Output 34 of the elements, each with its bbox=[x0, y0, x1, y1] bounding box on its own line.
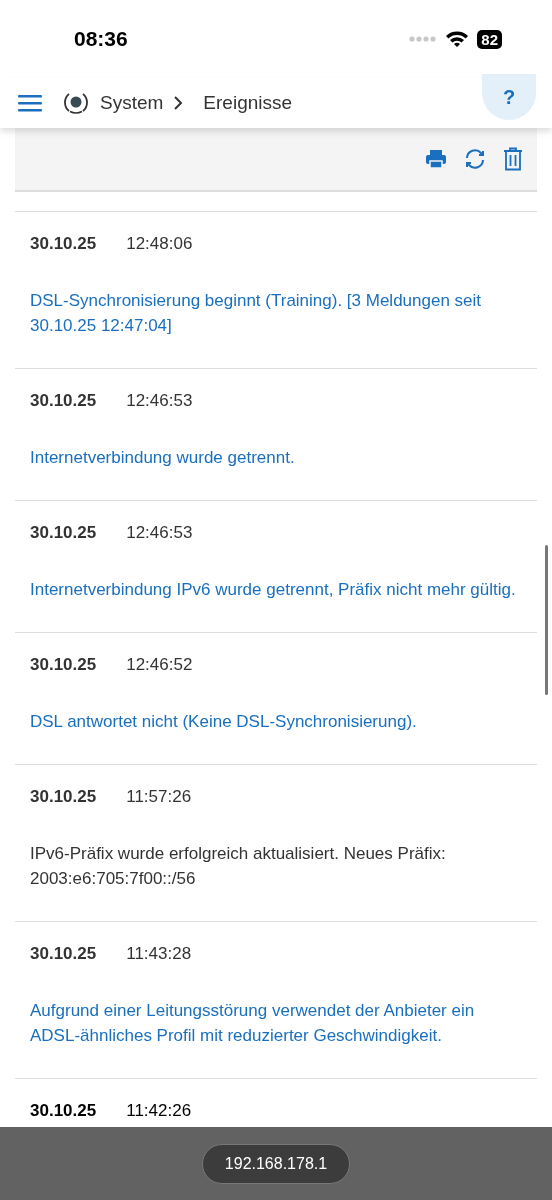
event-time: 12:48:06 bbox=[126, 234, 193, 254]
address-field[interactable]: 192.168.178.1 bbox=[201, 1143, 351, 1184]
event-date: 30.10.25 bbox=[30, 1101, 97, 1121]
event-time: 11:42:26 bbox=[126, 1101, 192, 1121]
status-time: 08:36 bbox=[74, 27, 128, 51]
event-message-link[interactable]: DSL-Synchronisierung beginnt (Training). [3 Meldungen seit 30.10.25 12:47:04] bbox=[30, 288, 522, 338]
event-message-link[interactable]: Aufgrund einer Leitungsstörung verwendet der Anbieter ein ADSL-ähnliches Profil mit reduzierter Geschwindigkeit. bbox=[30, 998, 522, 1048]
wifi-icon bbox=[445, 30, 470, 48]
event-date: 30.10.25 bbox=[30, 787, 97, 807]
event-time: 12:46:52 bbox=[126, 655, 193, 675]
event-message-link[interactable]: Internetverbindung IPv6 wurde getrennt, Präfix nicht mehr gültig. bbox=[30, 577, 522, 602]
event-date: 30.10.25 bbox=[30, 655, 97, 675]
event-time: 12:46:53 bbox=[126, 523, 193, 543]
event-date: 30.10.25 bbox=[30, 391, 97, 411]
trash-icon[interactable] bbox=[503, 147, 523, 171]
event-time: 12:46:53 bbox=[126, 391, 193, 411]
battery-icon: 82 bbox=[477, 29, 502, 49]
event-date: 30.10.25 bbox=[30, 944, 97, 964]
print-icon[interactable] bbox=[425, 148, 447, 170]
event-message: IPv6-Präfix wurde erfolgreich aktualisiert. Neues Präfix: 2003:e6:705:7f00::/56 bbox=[30, 843, 447, 890]
event-time: 11:57:26 bbox=[126, 787, 192, 807]
menu-icon[interactable] bbox=[18, 94, 42, 112]
page-title: Ereignisse bbox=[203, 92, 293, 114]
signal-icon bbox=[409, 36, 438, 42]
chevron-icon bbox=[173, 96, 184, 110]
event-date: 30.10.25 bbox=[30, 523, 97, 543]
event-date: 30.10.25 bbox=[30, 234, 97, 254]
refresh-icon[interactable] bbox=[464, 148, 486, 170]
event-time: 11:43:28 bbox=[126, 944, 192, 964]
system-icon bbox=[62, 91, 90, 115]
event-message-link[interactable]: DSL antwortet nicht (Keine DSL-Synchronisierung). bbox=[30, 709, 522, 734]
help-button[interactable]: ? bbox=[482, 74, 536, 120]
event-message-link[interactable]: Internetverbindung wurde getrennt. bbox=[30, 445, 522, 470]
breadcrumb-link[interactable]: System bbox=[100, 92, 164, 114]
